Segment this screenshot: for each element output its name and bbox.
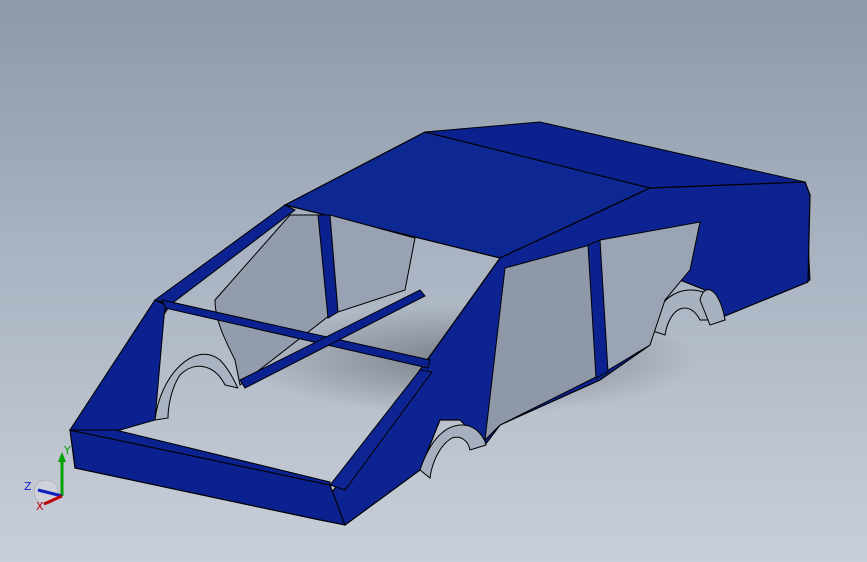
3d-viewport[interactable]: Y Z X [0,0,867,562]
x-axis-label: X [36,500,44,513]
z-axis-label: Z [24,480,32,493]
car-body-model[interactable] [0,0,867,562]
triad-graphic: Y Z X [24,444,71,513]
coordinate-triad: Y Z X [18,440,78,520]
far-front-wheel-arch [154,353,239,421]
far-front-fender [69,299,166,431]
y-axis-label: Y [63,444,71,457]
